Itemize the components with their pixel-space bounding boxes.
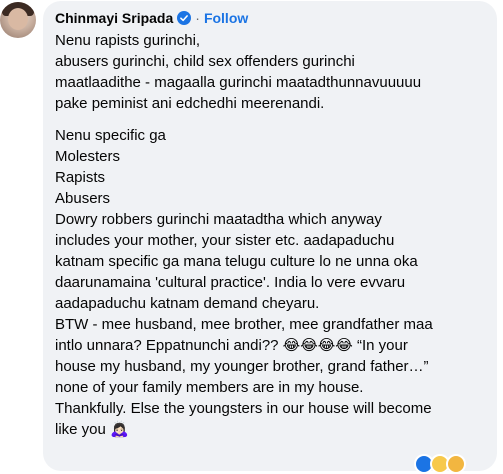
comment-line: Abusers bbox=[55, 190, 111, 207]
comment-line: Nenu rapists gurinchi, bbox=[55, 32, 201, 49]
comment-line: includes your mother, your sister etc. a… bbox=[55, 232, 395, 249]
comment-line: daarunamaina 'cultural practice'. India … bbox=[55, 274, 406, 291]
comment-line: intlo unnara? Eppatnunchi andi?? 😂😂😂😂 “I… bbox=[55, 337, 408, 354]
reaction-summary[interactable] bbox=[414, 454, 466, 474]
care-reaction-icon bbox=[446, 454, 466, 474]
comment-line: house my husband, my younger brother, gr… bbox=[55, 358, 429, 375]
comment-line: maatlaadithe - magaalla gurinchi maatadt… bbox=[55, 74, 422, 91]
separator-dot: · bbox=[195, 10, 200, 26]
comment-body: Nenu rapists gurinchi, abusers gurinchi,… bbox=[55, 30, 495, 440]
comment-line: katnam specific ga mana telugu culture l… bbox=[55, 253, 418, 270]
comment-line: pake peminist ani edchedhi meerenandi. bbox=[55, 95, 325, 112]
avatar-face bbox=[8, 8, 28, 30]
comment-line: Thankfully. Else the youngsters in our h… bbox=[55, 400, 432, 417]
comment-line: Molesters bbox=[55, 148, 121, 165]
comment-line: like you 🙇🏻‍♀️ bbox=[55, 421, 129, 438]
comment-line: abusers gurinchi, child sex offenders gu… bbox=[55, 53, 355, 70]
comment-line: Dowry robbers gurinchi maatadtha which a… bbox=[55, 211, 382, 228]
comment-header: Chinmayi Sripada · Follow bbox=[55, 8, 248, 28]
comment-line: Nenu specific ga bbox=[55, 127, 166, 144]
comment-line: aadapaduchu katnam demand cheyaru. bbox=[55, 295, 320, 312]
comment-line: BTW - mee husband, mee brother, mee gran… bbox=[55, 316, 433, 333]
avatar[interactable] bbox=[0, 2, 36, 38]
comment-line: Rapists bbox=[55, 169, 106, 186]
author-name[interactable]: Chinmayi Sripada bbox=[55, 10, 173, 26]
follow-button[interactable]: Follow bbox=[204, 10, 248, 26]
comment-line: none of your family members are in my ho… bbox=[55, 379, 364, 396]
verified-badge-icon bbox=[177, 11, 192, 25]
